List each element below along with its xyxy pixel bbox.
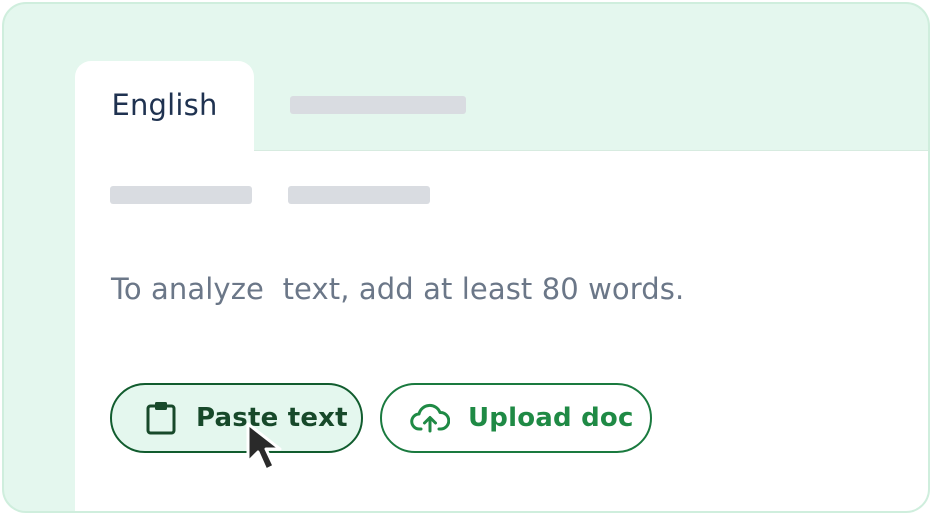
- editor-panel: [75, 150, 928, 511]
- mouse-pointer-icon: [244, 420, 294, 476]
- upload-doc-label: Upload doc: [468, 403, 634, 433]
- tab-english[interactable]: English: [75, 61, 254, 153]
- skeleton-bar: [288, 186, 430, 204]
- editor-hint: To analyze text, add at least 80 words.: [111, 272, 685, 306]
- checker-card: English To analyze text, add at least 80…: [2, 2, 930, 513]
- skeleton-bar: [110, 186, 252, 204]
- cloud-upload-icon: [410, 402, 450, 434]
- paste-text-button[interactable]: Paste text: [110, 383, 363, 453]
- clipboard-icon: [144, 400, 178, 436]
- tab-english-label: English: [111, 88, 218, 122]
- upload-doc-button[interactable]: Upload doc: [380, 383, 652, 453]
- tab-placeholder[interactable]: [290, 96, 466, 114]
